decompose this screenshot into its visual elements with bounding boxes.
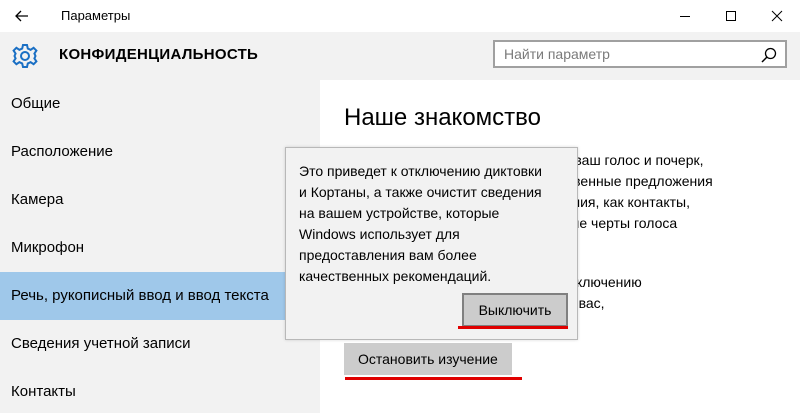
sidebar-item-label: Микрофон (11, 239, 85, 256)
sidebar-item-location[interactable]: Расположение (0, 128, 320, 176)
turn-off-button[interactable]: Выключить (462, 293, 568, 327)
search-input[interactable] (504, 45, 744, 63)
message-line: Windows использует для (299, 226, 460, 242)
arrow-left-icon (15, 10, 28, 22)
sidebar-item-camera[interactable]: Камера (0, 176, 320, 224)
maximize-button[interactable] (708, 0, 754, 32)
message-line: качественных рекомендаций. (299, 268, 492, 284)
gear-icon (12, 44, 38, 68)
message-line: предоставления вам более (299, 247, 477, 263)
sidebar-item-label: Камера (11, 191, 64, 208)
sidebar: Общие Расположение Камера Микрофон Речь,… (0, 80, 320, 413)
message-line: на вашем устройстве, которые (299, 205, 500, 221)
maximize-icon (726, 11, 736, 21)
sidebar-item-general[interactable]: Общие (0, 80, 320, 128)
sidebar-item-label: Речь, рукописный ввод и ввод текста (11, 287, 269, 304)
section-heading: Наше знакомство (344, 104, 541, 131)
sidebar-item-account-info[interactable]: Сведения учетной записи (0, 320, 320, 368)
close-icon (771, 10, 783, 22)
message-line: Это приведет к отключению диктовки (299, 163, 542, 179)
red-underline (345, 377, 522, 380)
minimize-button[interactable] (662, 0, 708, 32)
minimize-icon (680, 16, 690, 17)
flyout-message: Это приведет к отключению диктовки и Кор… (299, 161, 567, 287)
search-icon[interactable] (760, 46, 778, 64)
sidebar-item-label: Общие (11, 95, 61, 112)
sidebar-item-label: Контакты (11, 383, 76, 400)
message-line: и Кортаны, а также очистит сведения (299, 184, 542, 200)
stop-learning-button[interactable]: Остановить изучение (344, 343, 512, 375)
red-underline (458, 326, 568, 329)
sidebar-item-speech[interactable]: Речь, рукописный ввод и ввод текста (0, 272, 320, 320)
back-button[interactable] (10, 4, 34, 28)
confirm-flyout: Это приведет к отключению диктовки и Кор… (285, 147, 578, 340)
sidebar-item-contacts[interactable]: Контакты (0, 368, 320, 416)
window-title: Параметры (61, 8, 131, 23)
title-bar: Параметры (0, 0, 800, 32)
sidebar-item-label: Сведения учетной записи (11, 335, 191, 352)
close-button[interactable] (754, 0, 800, 32)
page-header: КОНФИДЕНЦИАЛЬНОСТЬ (0, 32, 800, 80)
sidebar-item-microphone[interactable]: Микрофон (0, 224, 320, 272)
page-title: КОНФИДЕНЦИАЛЬНОСТЬ (59, 46, 259, 63)
search-box[interactable] (493, 40, 787, 68)
sidebar-item-label: Расположение (11, 143, 113, 160)
